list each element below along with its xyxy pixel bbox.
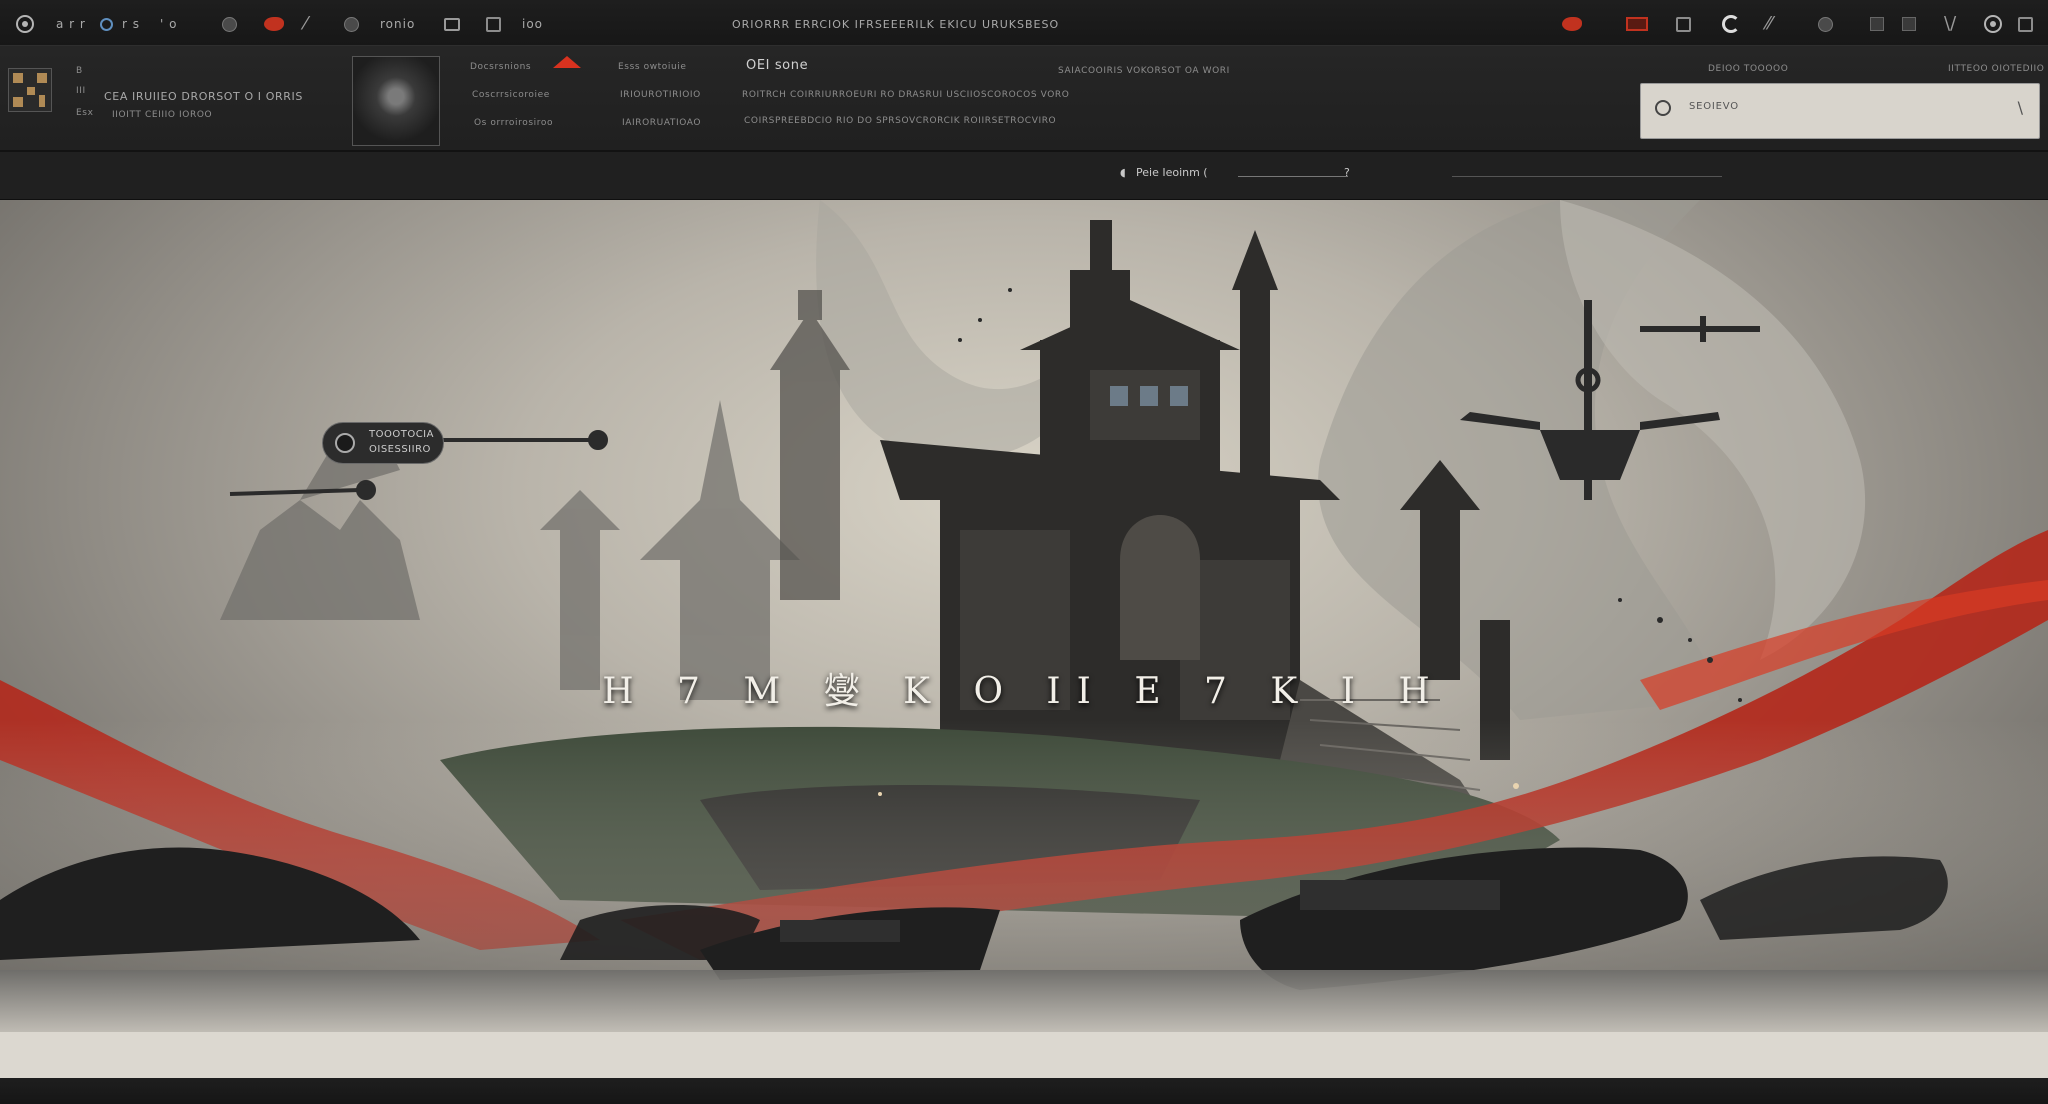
logo-circle-icon (16, 15, 34, 33)
toolbar-theme-button[interactable] (1722, 14, 1740, 34)
toolbar-menu-2-label: r s (122, 17, 140, 31)
location-pin-tooltip[interactable]: TOOOTOCIA OISESSIIRO (322, 422, 444, 464)
toolbar-stop-button[interactable] (1626, 14, 1648, 34)
stop-icon (1626, 17, 1648, 31)
description-line-1: ROITRCH COIRRIURROEURI RO DRASRUI USCIIO… (742, 90, 1070, 100)
prop-value-1: Esss owtoiuie (618, 62, 687, 72)
toolbar-settings-button[interactable] (2018, 14, 2033, 34)
grid-icon (1676, 16, 1691, 32)
prop-value-3: IAIRORUATIOAO (622, 118, 702, 128)
prop-value-2: IRIOUROTIRIOIO (620, 90, 701, 100)
artwork-thumbnail[interactable] (352, 56, 440, 146)
section-heading: OEI sone (746, 58, 809, 73)
comment-icon (444, 17, 460, 31)
layer-icon (1902, 17, 1916, 31)
toolbar-record-button-right[interactable] (1562, 14, 1582, 34)
toolbar-dot-button[interactable] (222, 14, 237, 34)
artwork-illustration (0, 200, 2048, 1032)
toolbar-menu-1-label: a r r (56, 17, 86, 31)
record-icon (1562, 17, 1582, 31)
moon-icon (1722, 15, 1740, 33)
pin-label-line-1: TOOOTOCIA (369, 429, 434, 440)
tool-icon: \/ (1944, 13, 1957, 34)
asset-subtitle: IIOITT CEIIIO IOROO (112, 110, 213, 120)
toolbar-grid-button[interactable] (1676, 14, 1691, 34)
toolbar-circle-button[interactable] (1818, 14, 1833, 34)
toolbar-menu-4-label: ronio (380, 17, 416, 31)
ruler-marker[interactable]: ◖ (1120, 166, 1126, 179)
toolbar-layer2-button[interactable] (1902, 14, 1916, 34)
prop-label-1: Docsrsnions (470, 62, 532, 72)
prop-label-3: Os orrroirosiroo (474, 118, 554, 128)
circle-icon (222, 16, 237, 32)
ring-icon (100, 17, 113, 31)
pin-label-line-2: OISESSIIRO (369, 444, 431, 455)
toolbar-brush-button[interactable]: ⁄⁄ (1766, 14, 1772, 34)
document-title: ORIORRR ERRCIOK IFRSEEERILK EKICU URUKSB… (732, 14, 1059, 34)
layer-icon (1870, 17, 1884, 31)
warning-triangle-icon (553, 56, 581, 68)
left-label-b: III (76, 86, 86, 96)
left-label-a: B (76, 66, 83, 76)
circle-icon (344, 16, 359, 32)
toolbar-menu-5[interactable]: ioo (522, 14, 543, 34)
ruler-line (1238, 176, 1348, 177)
toolbar-slash-button[interactable]: ⁄ (304, 14, 307, 34)
panel-label-right-b: IITTEOO OIOTEDIIO (1948, 64, 2045, 74)
toolbar-menu-3[interactable]: ' o (160, 14, 177, 34)
toolbar-layer-button[interactable] (1870, 14, 1884, 34)
ruler-label: Peie Ieoinm ( (1136, 166, 1208, 179)
circle-icon (1818, 16, 1833, 32)
properties-panel: B III Esx CEA IRUIIEO DRORSOT O I ORRIS … (0, 46, 2048, 152)
toolbar-frame-button[interactable] (486, 14, 501, 34)
settings-icon (2018, 16, 2033, 32)
ruler-strip[interactable]: ◖ Peie Ieoinm ( ? (0, 152, 2048, 200)
brush-icon: ⁄⁄ (1766, 13, 1773, 34)
asset-thumbnail[interactable] (8, 68, 52, 112)
bottom-status-bar (0, 1032, 2048, 1104)
toolbar-comment-button[interactable] (444, 14, 460, 34)
search-input[interactable]: SEOIEVO \ (1640, 83, 2040, 139)
app-window: a r r r s ' o ⁄ ronio ioo ORIORRR ERRCIO… (0, 0, 2048, 1104)
artwork-canvas[interactable]: H 7 M 燮 K O II E 7 K I H TOOOTOCIA OISES… (0, 200, 2048, 1032)
ruler-ticks (1452, 176, 1722, 177)
toolbar-menu-1[interactable]: a r r (56, 14, 86, 34)
panel-label-right-a: DEIOO TOOOOO (1708, 64, 1789, 74)
clear-icon[interactable]: \ (2018, 98, 2023, 117)
description-line-2: COIRSPREEBDCIO RIO DO SPRSOVCRORCIK ROII… (744, 116, 1057, 126)
app-logo-button[interactable] (16, 14, 34, 34)
toolbar-menu-2[interactable]: r s (122, 14, 140, 34)
toolbar-blue-ring-button[interactable] (100, 14, 113, 34)
left-label-c: Esx (76, 108, 94, 118)
record-icon (264, 17, 284, 31)
search-value: SEOIEVO (1689, 101, 1739, 112)
toolbar-menu-3-label: ' o (160, 17, 178, 31)
document-title-text: ORIORRR ERRCIOK IFRSEEERILK EKICU URUKSB… (732, 17, 1060, 31)
pen-icon: ⁄ (304, 13, 308, 34)
eye-icon (335, 433, 355, 453)
top-toolbar: a r r r s ' o ⁄ ronio ioo ORIORRR ERRCIO… (0, 0, 2048, 46)
history-icon (1984, 15, 2002, 33)
search-icon (1655, 100, 1671, 116)
toolbar-menu-4[interactable]: ronio (380, 14, 415, 34)
toolbar-menu-5-label: ioo (522, 17, 544, 31)
toolbar-history-button[interactable] (1984, 14, 2002, 34)
prop-label-2: Coscrrsicoroiee (472, 90, 550, 100)
toolbar-record-button[interactable] (264, 14, 284, 34)
toolbar-tool-button[interactable]: \/ (1944, 14, 1956, 34)
canvas-title-text: H 7 M 燮 K O II E 7 K I H (602, 671, 1446, 712)
asset-name: CEA IRUIIEO DRORSOT O I ORRIS (104, 90, 303, 103)
toolbar-dot2-button[interactable] (344, 14, 359, 34)
ruler-help-icon[interactable]: ? (1344, 166, 1350, 179)
frame-icon (486, 16, 501, 32)
right-caption: SAIACOOIRIS VOKORSOT OA WORI (1058, 66, 1230, 76)
